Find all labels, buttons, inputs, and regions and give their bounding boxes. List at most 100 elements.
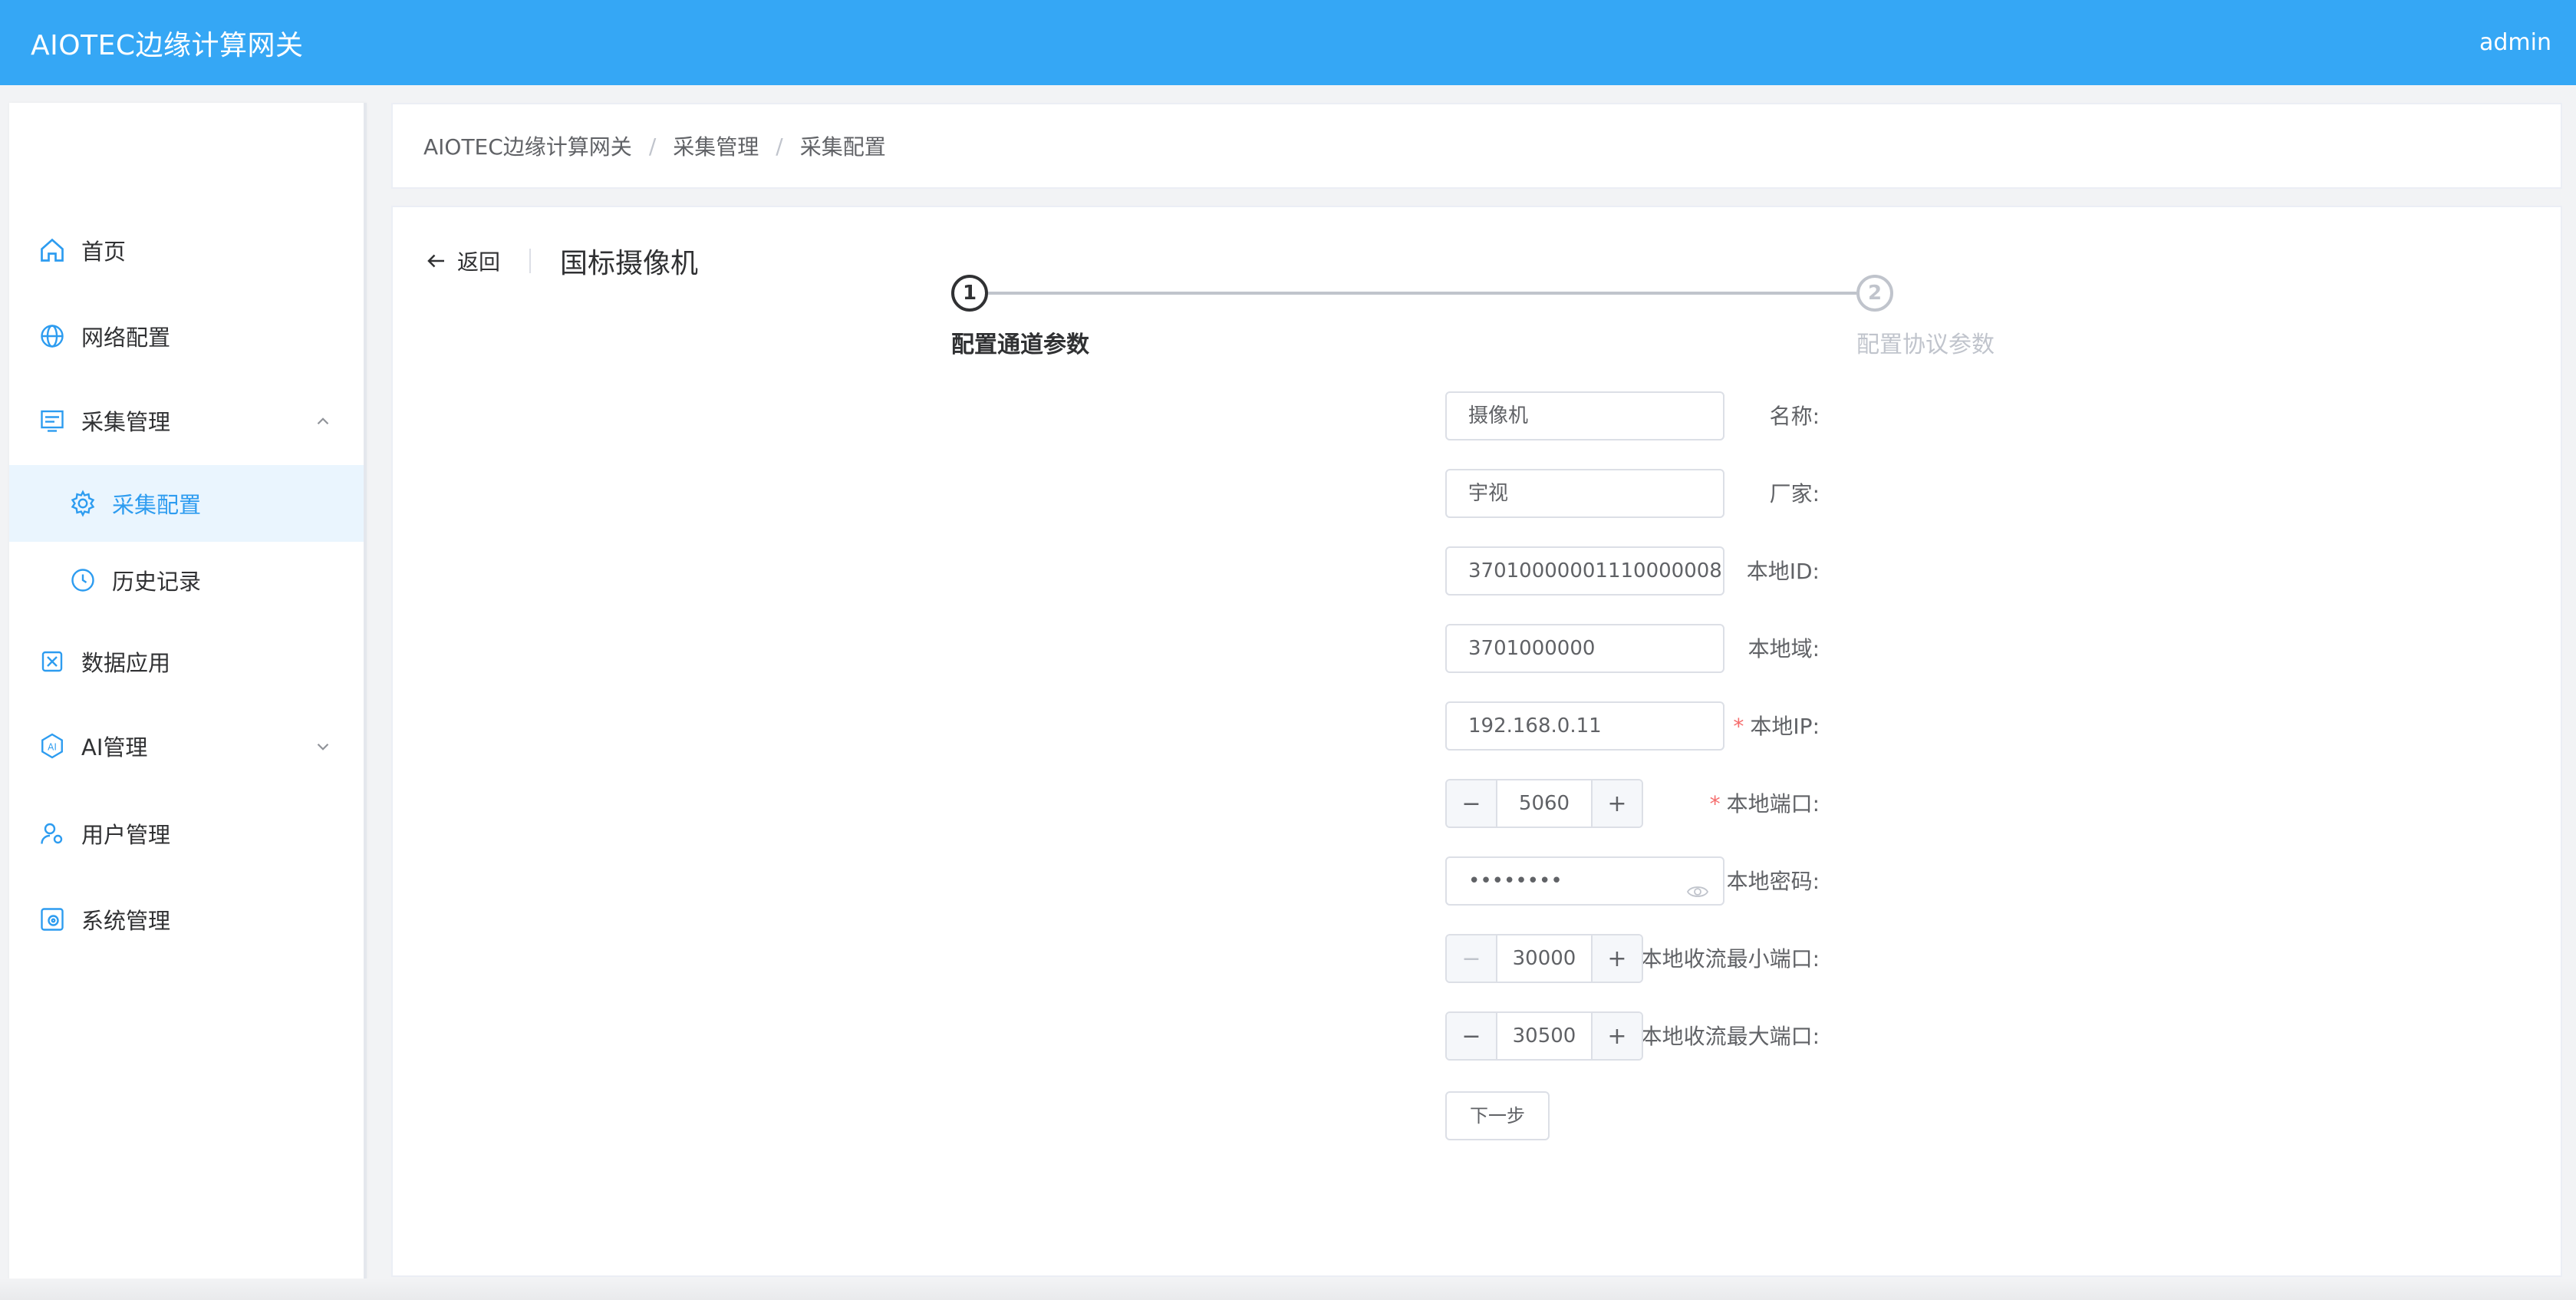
collect-icon bbox=[37, 405, 68, 436]
gear-icon bbox=[68, 488, 98, 519]
form-row-local-ip: * 本地IP: 192.168.0.11 bbox=[393, 701, 2564, 752]
form-row-min-port: *本地收流最小端口: − 30000 + bbox=[393, 934, 2564, 985]
step-2-title: 配置协议参数 bbox=[1856, 332, 1995, 358]
name-input[interactable]: 摄像机 bbox=[1445, 391, 1724, 440]
form-row-name: 名称: 摄像机 bbox=[393, 391, 2564, 442]
form-row-vendor: 厂家: 宇视 bbox=[393, 469, 2564, 520]
ai-icon: AI bbox=[37, 731, 68, 761]
max-port-stepper: − 30500 + bbox=[1445, 1011, 1643, 1061]
increment-button[interactable]: + bbox=[1591, 1013, 1642, 1059]
sidebar-item-label: 系统管理 bbox=[81, 908, 171, 934]
divider bbox=[529, 249, 532, 273]
chevron-up-icon bbox=[313, 411, 333, 431]
sidebar: 首页 网络配置 采集管理 采集配置 历史记录 数据应用 AI AI管理 用户管理… bbox=[9, 103, 367, 1300]
sidebar-item-label: AI管理 bbox=[81, 734, 148, 761]
breadcrumb: AIOTEC边缘计算网关 / 采集管理 / 采集配置 bbox=[391, 103, 2562, 189]
local-id-label: 本地ID: bbox=[1746, 559, 1820, 584]
back-button[interactable]: 返回 bbox=[425, 246, 500, 276]
home-icon bbox=[37, 235, 68, 266]
sidebar-item-collect-config[interactable]: 采集配置 bbox=[9, 465, 364, 542]
history-icon bbox=[68, 565, 98, 596]
top-header: AIOTEC边缘计算网关 admin bbox=[0, 0, 2576, 85]
local-password-label: *本地密码: bbox=[1710, 856, 1820, 907]
sidebar-item-label: 首页 bbox=[81, 239, 127, 265]
sidebar-item-home[interactable]: 首页 bbox=[9, 212, 364, 289]
steps: 1 2 配置通道参数 配置协议参数 bbox=[951, 275, 2025, 367]
increment-button[interactable]: + bbox=[1591, 935, 1642, 982]
local-port-label: * 本地端口: bbox=[1710, 779, 1820, 830]
local-ip-label-text: 本地IP: bbox=[1750, 714, 1820, 739]
step-connector bbox=[988, 292, 1856, 295]
form-row-local-domain: 本地域: 3701000000 bbox=[393, 624, 2564, 675]
max-port-label-text: 本地收流最大端口: bbox=[1640, 1024, 1820, 1049]
form-row-max-port: *本地收流最大端口: − 30500 + bbox=[393, 1011, 2564, 1062]
decrement-button[interactable]: − bbox=[1447, 1013, 1497, 1059]
breadcrumb-separator: / bbox=[776, 133, 783, 159]
chevron-down-icon bbox=[313, 736, 333, 756]
sidebar-item-users[interactable]: 用户管理 bbox=[9, 795, 364, 872]
user-gear-icon bbox=[37, 818, 68, 849]
local-ip-input[interactable]: 192.168.0.11 bbox=[1445, 701, 1724, 751]
user-menu[interactable]: admin bbox=[2479, 29, 2551, 56]
form-row-local-password: *本地密码: •••••••• bbox=[393, 856, 2564, 907]
bottom-edge bbox=[0, 1279, 2576, 1300]
form-row-local-port: * 本地端口: − 5060 + bbox=[393, 779, 2564, 830]
page-title: 国标摄像机 bbox=[560, 248, 699, 279]
svg-text:AI: AI bbox=[48, 741, 57, 752]
sidebar-item-label: 历史记录 bbox=[112, 569, 202, 595]
sidebar-item-network[interactable]: 网络配置 bbox=[9, 298, 364, 374]
vendor-label: 厂家: bbox=[1769, 481, 1820, 506]
local-id-input[interactable]: 37010000001110000008 bbox=[1445, 546, 1724, 596]
local-ip-label: * 本地IP: bbox=[1733, 701, 1820, 752]
app-title: AIOTEC边缘计算网关 bbox=[31, 29, 304, 61]
breadcrumb-item-collect[interactable]: 采集管理 bbox=[673, 130, 759, 161]
step-1-title: 配置通道参数 bbox=[951, 332, 1089, 358]
sidebar-item-label: 用户管理 bbox=[81, 822, 171, 848]
local-port-value[interactable]: 5060 bbox=[1497, 780, 1591, 827]
name-label: 名称: bbox=[1769, 404, 1820, 429]
sidebar-item-label: 采集管理 bbox=[81, 409, 171, 435]
max-port-label: *本地收流最大端口: bbox=[1624, 1011, 1820, 1062]
max-port-value[interactable]: 30500 bbox=[1497, 1013, 1591, 1059]
local-password-input[interactable]: •••••••• bbox=[1445, 856, 1724, 906]
local-port-label-text: 本地端口: bbox=[1726, 791, 1820, 817]
increment-button[interactable]: + bbox=[1591, 780, 1642, 827]
next-step-button[interactable]: 下一步 bbox=[1445, 1091, 1550, 1140]
content-panel: 返回 国标摄像机 1 2 配置通道参数 配置协议参数 名称: 摄像机 厂家: 宇… bbox=[391, 206, 2562, 1277]
required-mark: * bbox=[1733, 714, 1744, 739]
data-app-icon bbox=[37, 646, 68, 677]
sidebar-item-label: 数据应用 bbox=[81, 650, 171, 676]
decrement-button[interactable]: − bbox=[1447, 780, 1497, 827]
required-mark: * bbox=[1709, 791, 1721, 817]
password-value: •••••••• bbox=[1468, 869, 1563, 893]
eye-icon[interactable] bbox=[1686, 872, 1709, 897]
min-port-label-text: 本地收流最小端口: bbox=[1640, 946, 1820, 972]
sidebar-item-system[interactable]: 系统管理 bbox=[9, 881, 364, 958]
breadcrumb-separator: / bbox=[648, 133, 657, 159]
globe-icon bbox=[37, 321, 68, 351]
local-port-stepper: − 5060 + bbox=[1445, 779, 1643, 828]
sidebar-item-collect[interactable]: 采集管理 bbox=[9, 382, 364, 459]
sidebar-item-history[interactable]: 历史记录 bbox=[9, 542, 364, 619]
breadcrumb-item-root[interactable]: AIOTEC边缘计算网关 bbox=[423, 130, 632, 161]
vendor-input[interactable]: 宇视 bbox=[1445, 469, 1724, 518]
sidebar-item-ai[interactable]: AI AI管理 bbox=[9, 708, 364, 784]
system-icon bbox=[37, 904, 68, 935]
breadcrumb-item-current: 采集配置 bbox=[799, 134, 886, 160]
page-header: 返回 国标摄像机 bbox=[425, 241, 698, 281]
step-2-icon: 2 bbox=[1856, 275, 1893, 312]
local-domain-label: 本地域: bbox=[1748, 636, 1820, 662]
sidebar-item-data-app[interactable]: 数据应用 bbox=[9, 623, 364, 700]
local-password-label-text: 本地密码: bbox=[1726, 869, 1820, 894]
min-port-value[interactable]: 30000 bbox=[1497, 935, 1591, 982]
sidebar-item-label: 网络配置 bbox=[81, 325, 171, 351]
sidebar-item-label: 采集配置 bbox=[112, 492, 202, 518]
arrow-left-icon bbox=[427, 254, 444, 268]
local-domain-input[interactable]: 3701000000 bbox=[1445, 624, 1724, 673]
form-row-local-id: 本地ID: 37010000001110000008 bbox=[393, 546, 2564, 597]
back-label: 返回 bbox=[457, 249, 501, 275]
min-port-label: *本地收流最小端口: bbox=[1624, 934, 1820, 985]
step-1-icon: 1 bbox=[951, 275, 988, 312]
decrement-button[interactable]: − bbox=[1447, 935, 1497, 982]
min-port-stepper: − 30000 + bbox=[1445, 934, 1643, 983]
